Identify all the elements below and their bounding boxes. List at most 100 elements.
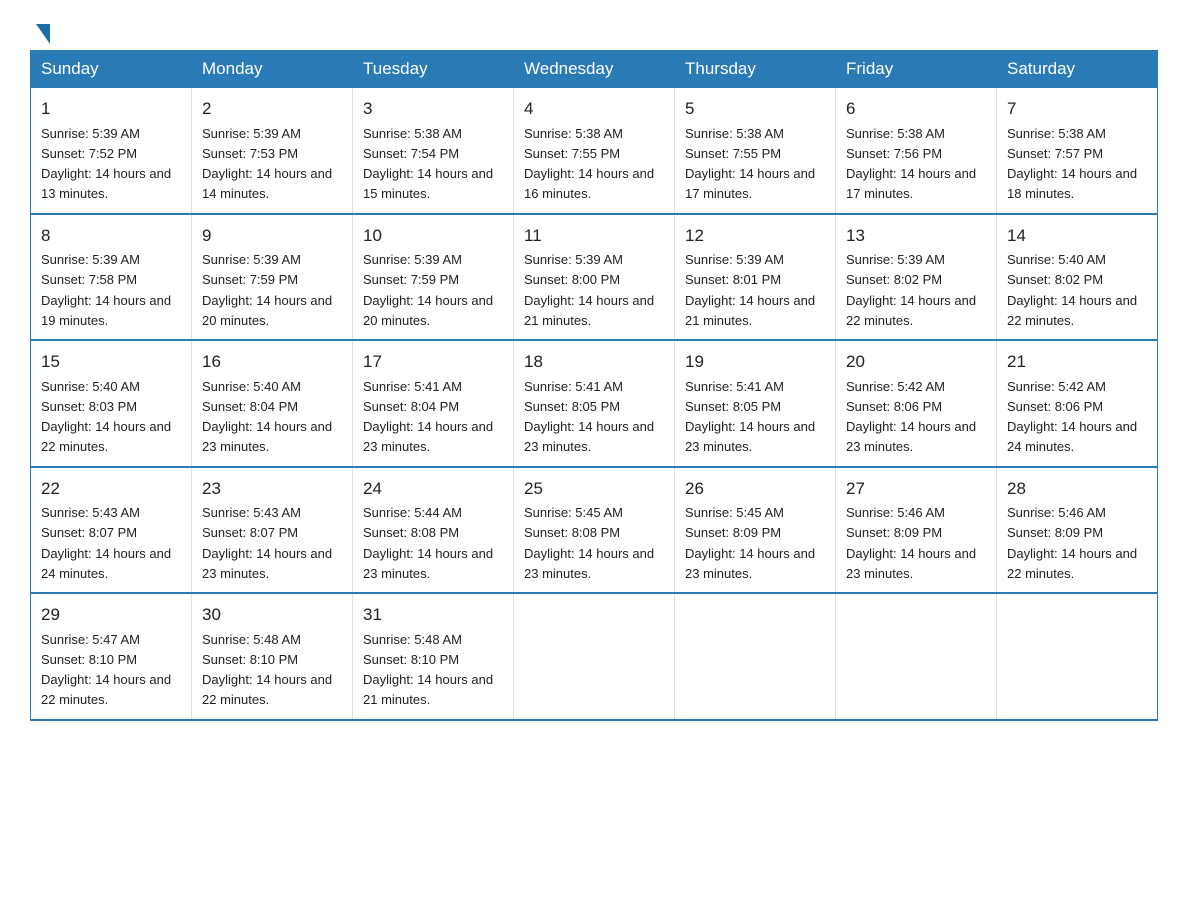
day-number: 20 [846, 349, 986, 375]
calendar-day-cell [836, 593, 997, 720]
day-info: Sunrise: 5:46 AMSunset: 8:09 PMDaylight:… [846, 505, 976, 581]
day-number: 18 [524, 349, 664, 375]
calendar-day-cell [514, 593, 675, 720]
calendar-week-row: 15 Sunrise: 5:40 AMSunset: 8:03 PMDayligh… [31, 340, 1158, 467]
day-info: Sunrise: 5:46 AMSunset: 8:09 PMDaylight:… [1007, 505, 1137, 581]
calendar-week-row: 29 Sunrise: 5:47 AMSunset: 8:10 PMDayligh… [31, 593, 1158, 720]
day-number: 11 [524, 223, 664, 249]
calendar-day-cell: 27 Sunrise: 5:46 AMSunset: 8:09 PMDayligh… [836, 467, 997, 594]
page-header [30, 20, 1158, 40]
day-number: 16 [202, 349, 342, 375]
day-info: Sunrise: 5:38 AMSunset: 7:57 PMDaylight:… [1007, 126, 1137, 202]
day-info: Sunrise: 5:44 AMSunset: 8:08 PMDaylight:… [363, 505, 493, 581]
calendar-day-cell: 26Sunrise: 5:45 AMSunset: 8:09 PMDayligh… [675, 467, 836, 594]
day-header-friday: Friday [836, 51, 997, 88]
day-number: 9 [202, 223, 342, 249]
day-header-wednesday: Wednesday [514, 51, 675, 88]
day-number: 2 [202, 96, 342, 122]
calendar-day-cell: 5 Sunrise: 5:38 AMSunset: 7:55 PMDaylight… [675, 88, 836, 214]
day-info: Sunrise: 5:41 AMSunset: 8:05 PMDaylight:… [685, 379, 815, 455]
calendar-day-cell: 29 Sunrise: 5:47 AMSunset: 8:10 PMDayligh… [31, 593, 192, 720]
day-header-tuesday: Tuesday [353, 51, 514, 88]
calendar-day-cell: 24Sunrise: 5:44 AMSunset: 8:08 PMDayligh… [353, 467, 514, 594]
day-number: 1 [41, 96, 181, 122]
day-info: Sunrise: 5:39 AMSunset: 8:00 PMDaylight:… [524, 252, 654, 328]
day-number: 22 [41, 476, 181, 502]
day-number: 30 [202, 602, 342, 628]
calendar-day-cell: 18 Sunrise: 5:41 AMSunset: 8:05 PMDayligh… [514, 340, 675, 467]
day-number: 31 [363, 602, 503, 628]
day-info: Sunrise: 5:39 AMSunset: 7:58 PMDaylight:… [41, 252, 171, 328]
day-header-sunday: Sunday [31, 51, 192, 88]
day-info: Sunrise: 5:39 AMSunset: 7:53 PMDaylight:… [202, 126, 332, 202]
calendar-day-cell: 12Sunrise: 5:39 AMSunset: 8:01 PMDayligh… [675, 214, 836, 341]
calendar-day-cell: 21 Sunrise: 5:42 AMSunset: 8:06 PMDayligh… [997, 340, 1158, 467]
day-info: Sunrise: 5:39 AMSunset: 7:52 PMDaylight:… [41, 126, 171, 202]
calendar-day-cell [675, 593, 836, 720]
calendar-day-cell: 20 Sunrise: 5:42 AMSunset: 8:06 PMDayligh… [836, 340, 997, 467]
day-info: Sunrise: 5:42 AMSunset: 8:06 PMDaylight:… [1007, 379, 1137, 455]
calendar-day-cell: 7Sunrise: 5:38 AMSunset: 7:57 PMDaylight… [997, 88, 1158, 214]
day-info: Sunrise: 5:47 AMSunset: 8:10 PMDaylight:… [41, 632, 171, 708]
day-header-saturday: Saturday [997, 51, 1158, 88]
calendar-week-row: 1 Sunrise: 5:39 AMSunset: 7:52 PMDaylight… [31, 88, 1158, 214]
calendar-day-cell: 16 Sunrise: 5:40 AMSunset: 8:04 PMDayligh… [192, 340, 353, 467]
day-info: Sunrise: 5:42 AMSunset: 8:06 PMDaylight:… [846, 379, 976, 455]
day-info: Sunrise: 5:48 AMSunset: 8:10 PMDaylight:… [202, 632, 332, 708]
calendar-day-cell: 13 Sunrise: 5:39 AMSunset: 8:02 PMDayligh… [836, 214, 997, 341]
day-info: Sunrise: 5:48 AMSunset: 8:10 PMDaylight:… [363, 632, 493, 708]
calendar-day-cell: 3 Sunrise: 5:38 AMSunset: 7:54 PMDaylight… [353, 88, 514, 214]
day-info: Sunrise: 5:40 AMSunset: 8:04 PMDaylight:… [202, 379, 332, 455]
day-info: Sunrise: 5:41 AMSunset: 8:05 PMDaylight:… [524, 379, 654, 455]
day-number: 4 [524, 96, 664, 122]
day-info: Sunrise: 5:38 AMSunset: 7:54 PMDaylight:… [363, 126, 493, 202]
day-info: Sunrise: 5:39 AMSunset: 7:59 PMDaylight:… [363, 252, 493, 328]
calendar-day-cell: 10 Sunrise: 5:39 AMSunset: 7:59 PMDayligh… [353, 214, 514, 341]
day-info: Sunrise: 5:38 AMSunset: 7:55 PMDaylight:… [685, 126, 815, 202]
day-number: 27 [846, 476, 986, 502]
calendar-day-cell: 6 Sunrise: 5:38 AMSunset: 7:56 PMDaylight… [836, 88, 997, 214]
calendar-day-cell: 22 Sunrise: 5:43 AMSunset: 8:07 PMDayligh… [31, 467, 192, 594]
day-number: 25 [524, 476, 664, 502]
calendar-day-cell: 17 Sunrise: 5:41 AMSunset: 8:04 PMDayligh… [353, 340, 514, 467]
day-info: Sunrise: 5:40 AMSunset: 8:02 PMDaylight:… [1007, 252, 1137, 328]
calendar-day-cell [997, 593, 1158, 720]
day-number: 13 [846, 223, 986, 249]
day-number: 17 [363, 349, 503, 375]
calendar-week-row: 22 Sunrise: 5:43 AMSunset: 8:07 PMDayligh… [31, 467, 1158, 594]
day-number: 23 [202, 476, 342, 502]
day-info: Sunrise: 5:39 AMSunset: 8:01 PMDaylight:… [685, 252, 815, 328]
calendar-day-cell: 28Sunrise: 5:46 AMSunset: 8:09 PMDayligh… [997, 467, 1158, 594]
calendar-day-cell: 15 Sunrise: 5:40 AMSunset: 8:03 PMDayligh… [31, 340, 192, 467]
calendar-day-cell: 1 Sunrise: 5:39 AMSunset: 7:52 PMDaylight… [31, 88, 192, 214]
day-number: 6 [846, 96, 986, 122]
day-number: 15 [41, 349, 181, 375]
calendar-day-cell: 2 Sunrise: 5:39 AMSunset: 7:53 PMDaylight… [192, 88, 353, 214]
calendar-day-cell: 23 Sunrise: 5:43 AMSunset: 8:07 PMDayligh… [192, 467, 353, 594]
day-info: Sunrise: 5:40 AMSunset: 8:03 PMDaylight:… [41, 379, 171, 455]
day-info: Sunrise: 5:38 AMSunset: 7:56 PMDaylight:… [846, 126, 976, 202]
day-info: Sunrise: 5:43 AMSunset: 8:07 PMDaylight:… [41, 505, 171, 581]
day-number: 5 [685, 96, 825, 122]
day-number: 19 [685, 349, 825, 375]
day-number: 10 [363, 223, 503, 249]
day-info: Sunrise: 5:39 AMSunset: 8:02 PMDaylight:… [846, 252, 976, 328]
calendar-header-row: SundayMondayTuesdayWednesdayThursdayFrid… [31, 51, 1158, 88]
day-info: Sunrise: 5:43 AMSunset: 8:07 PMDaylight:… [202, 505, 332, 581]
day-info: Sunrise: 5:45 AMSunset: 8:08 PMDaylight:… [524, 505, 654, 581]
logo-arrow-icon [36, 24, 50, 44]
day-number: 3 [363, 96, 503, 122]
day-number: 21 [1007, 349, 1147, 375]
calendar-day-cell: 9Sunrise: 5:39 AMSunset: 7:59 PMDaylight… [192, 214, 353, 341]
day-info: Sunrise: 5:45 AMSunset: 8:09 PMDaylight:… [685, 505, 815, 581]
day-number: 8 [41, 223, 181, 249]
day-number: 14 [1007, 223, 1147, 249]
day-header-thursday: Thursday [675, 51, 836, 88]
calendar-week-row: 8 Sunrise: 5:39 AMSunset: 7:58 PMDaylight… [31, 214, 1158, 341]
day-info: Sunrise: 5:38 AMSunset: 7:55 PMDaylight:… [524, 126, 654, 202]
calendar-day-cell: 19 Sunrise: 5:41 AMSunset: 8:05 PMDayligh… [675, 340, 836, 467]
calendar-day-cell: 14 Sunrise: 5:40 AMSunset: 8:02 PMDayligh… [997, 214, 1158, 341]
calendar-table: SundayMondayTuesdayWednesdayThursdayFrid… [30, 50, 1158, 721]
day-info: Sunrise: 5:41 AMSunset: 8:04 PMDaylight:… [363, 379, 493, 455]
day-number: 29 [41, 602, 181, 628]
